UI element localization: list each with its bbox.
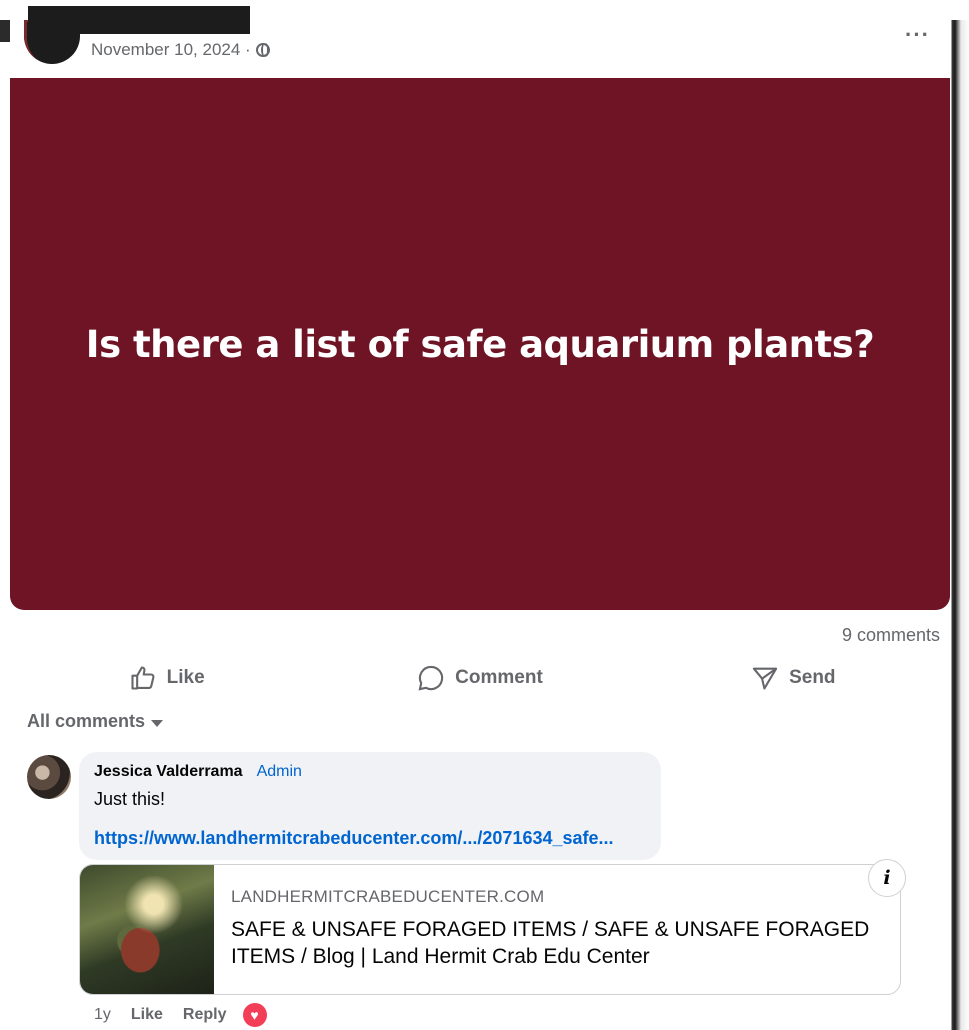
comment-count[interactable]: 9 comments — [842, 625, 940, 646]
send-button[interactable]: Send — [673, 664, 913, 692]
comment-button[interactable]: Comment — [360, 664, 600, 692]
admin-badge: Admin — [256, 763, 302, 780]
screenshot-edge — [0, 20, 10, 42]
comment-label: Comment — [455, 667, 543, 688]
post-meta: November 10, 2024 · — [91, 40, 270, 60]
comment-bubble-icon — [418, 665, 444, 691]
link-preview-domain: LANDHERMITCRABEDUCENTER.COM — [231, 887, 545, 906]
post-card: November 10, 2024 · ··· Is there a list … — [10, 0, 950, 1030]
redacted-author-name — [28, 6, 250, 34]
more-options-icon[interactable]: ··· — [905, 22, 930, 48]
post-text: Is there a list of safe aquarium plants? — [85, 322, 875, 366]
comment-timestamp[interactable]: 1y — [94, 1006, 111, 1024]
comment-like-button[interactable]: Like — [131, 1006, 163, 1024]
comments-filter-dropdown[interactable]: All comments — [27, 711, 164, 732]
comment-bubble: Jessica Valderrama Admin Just this! http… — [79, 752, 661, 860]
commenter-name[interactable]: Jessica Valderrama — [94, 763, 243, 781]
send-icon — [752, 667, 778, 690]
link-preview-title: SAFE & UNSAFE FORAGED ITEMS / SAFE & UNS… — [231, 918, 870, 968]
comment-meta: 1y Like Reply ♥ — [94, 1003, 267, 1027]
heart-reaction-icon[interactable]: ♥ — [242, 1003, 267, 1027]
info-icon[interactable]: i — [868, 859, 906, 897]
comments-filter-label: All comments — [27, 711, 146, 731]
comment-text: Just this! — [94, 789, 166, 809]
like-label: Like — [166, 667, 205, 688]
send-label: Send — [789, 667, 836, 688]
post-header: November 10, 2024 · ··· — [10, 0, 950, 78]
post-actions-bar: Like Comment Send — [10, 656, 950, 700]
like-button[interactable]: Like — [47, 664, 287, 692]
link-preview-thumbnail — [80, 865, 214, 994]
post-date[interactable]: November 10, 2024 · — [91, 40, 251, 60]
comment-link[interactable]: https://www.landhermitcrabeducenter.com/… — [94, 828, 646, 849]
comment-reply-button[interactable]: Reply — [183, 1006, 227, 1024]
thumbs-up-icon — [131, 666, 155, 690]
screenshot-edge-shadow — [949, 20, 969, 1030]
globe-icon — [255, 43, 270, 57]
text-post-background: Is there a list of safe aquarium plants? — [10, 78, 950, 610]
caret-down-icon — [151, 719, 164, 727]
link-preview-card[interactable]: LANDHERMITCRABEDUCENTER.COM SAFE & UNSAF… — [79, 864, 901, 995]
link-preview-body: LANDHERMITCRABEDUCENTER.COM SAFE & UNSAF… — [214, 865, 900, 994]
commenter-avatar[interactable] — [27, 755, 71, 799]
